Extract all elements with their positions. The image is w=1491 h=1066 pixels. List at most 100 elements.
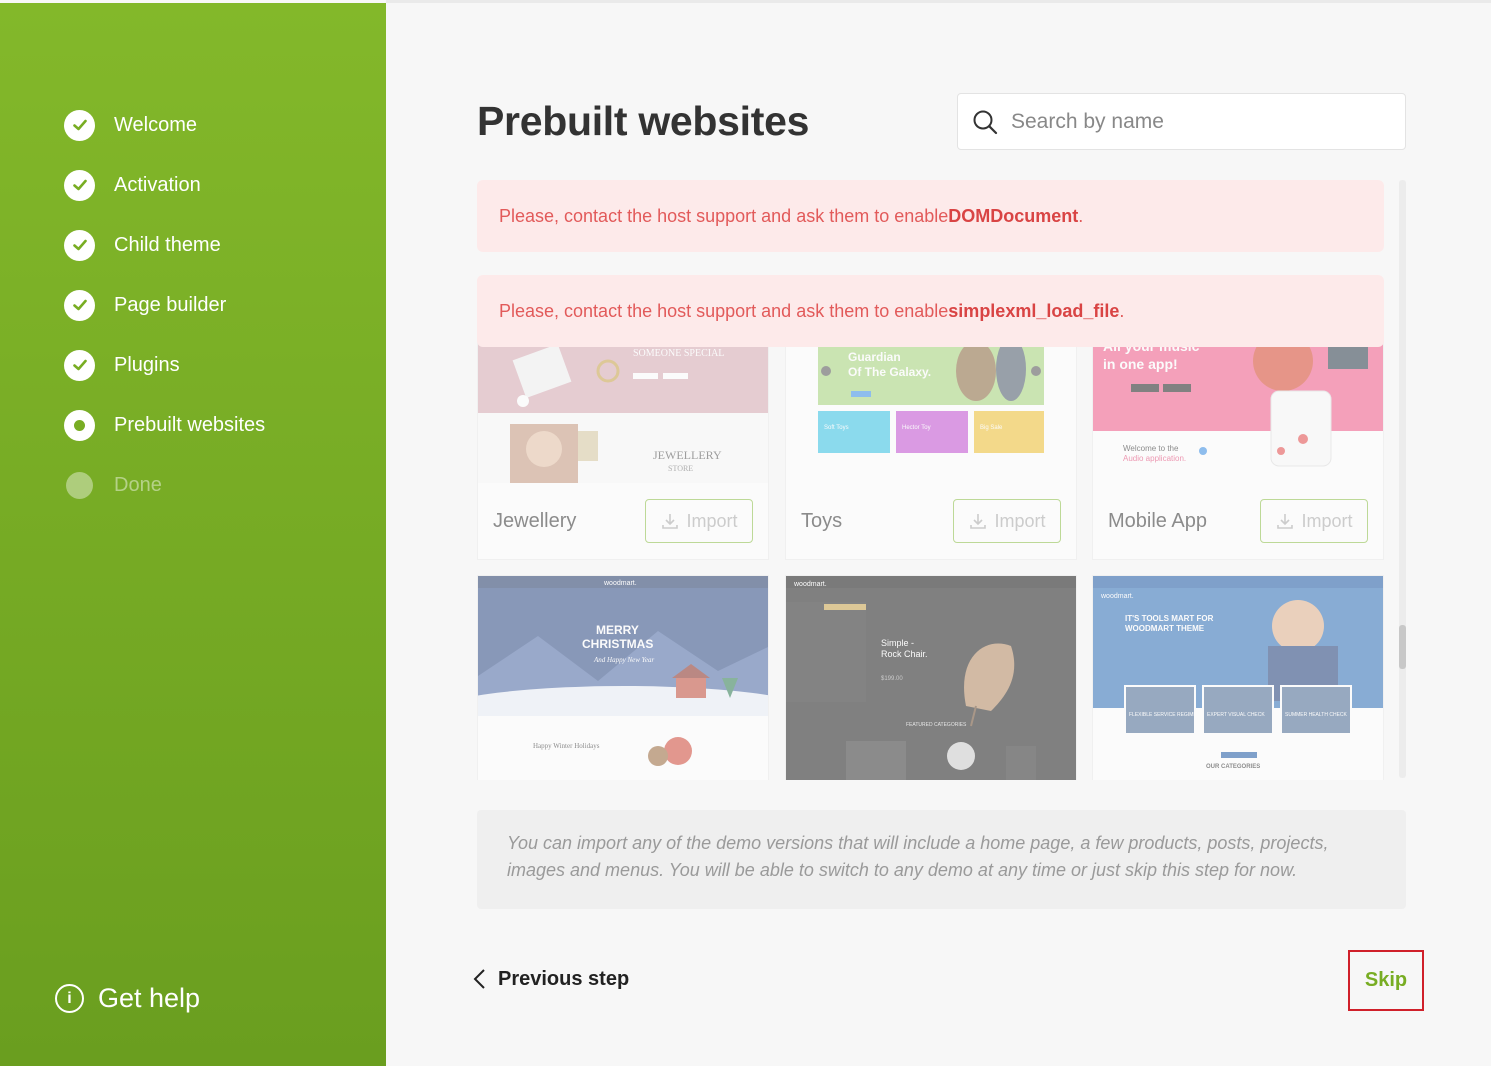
demo-card-mobile-app: All your music in one app! Welcome to th…: [1092, 310, 1384, 560]
step-plugins[interactable]: Plugins: [64, 335, 265, 395]
thumb-headline: Guardian: [848, 350, 901, 364]
previous-step-label: Previous step: [498, 967, 630, 990]
demo-card-jewellery: SOMEONE SPECIAL JEWELLERY STORE Jeweller…: [477, 310, 769, 560]
info-box: You can import any of the demo versions …: [477, 810, 1406, 909]
card-footer: Toys Import: [786, 483, 1076, 559]
demo-name: Jewellery: [493, 509, 577, 532]
error-notice-simplexml: Please, contact the host support and ask…: [477, 275, 1384, 347]
import-label: Import: [1301, 510, 1353, 531]
step-done: Done: [64, 455, 265, 515]
error-notice-domdocument: Please, contact the host support and ask…: [477, 180, 1384, 252]
previous-step-button[interactable]: Previous step: [470, 967, 629, 991]
thumb-headline: MERRY: [596, 623, 639, 637]
info-text: You can import any of the demo versions …: [507, 833, 1329, 880]
check-icon: [64, 229, 95, 261]
scrollbar-thumb[interactable]: [1399, 625, 1406, 669]
demo-name: Toys: [801, 509, 843, 532]
thumb-caption: JEWELLERY: [653, 448, 722, 462]
thumb-section: FEATURED CATEGORIES: [906, 722, 967, 728]
thumb-headline2: Of The Galaxy.: [848, 365, 931, 379]
search-icon: [973, 110, 998, 134]
chevron-left-icon: [473, 969, 485, 989]
check-icon: [64, 289, 95, 321]
import-label: Import: [994, 510, 1046, 531]
skip-label: Skip: [1364, 969, 1408, 991]
download-icon: [1277, 514, 1294, 529]
notice-text: Please, contact the host support and ask…: [499, 205, 949, 226]
import-label: Import: [686, 510, 738, 531]
demo-card-tools: woodmart. IT'S TOOLS MART FOR WOODMART T…: [1092, 575, 1384, 780]
notice-suffix: .: [1078, 205, 1084, 226]
thumb-tile: EXPERT VISUAL CHECK: [1207, 712, 1265, 718]
page-title: Prebuilt websites: [477, 98, 810, 144]
notice-emphasis: DOMDocument: [948, 205, 1079, 226]
thumb-price: $199.00: [881, 676, 903, 682]
thumb-headline2: CHRISTMAS: [582, 637, 653, 651]
top-divider: [386, 0, 1491, 3]
wizard-sidebar: Welcome Activation Child theme Page buil…: [0, 3, 386, 1066]
thumb-headline: Simple -: [881, 638, 914, 648]
demo-card-christmas: woodmart. MERRY CHRISTMAS And Happy New …: [477, 575, 769, 780]
download-icon: [662, 514, 679, 529]
download-icon: [970, 514, 987, 529]
thumb-brand: woodmart.: [793, 581, 827, 588]
thumb-sub: And Happy New Year: [593, 656, 654, 664]
step-label: Done: [114, 473, 162, 496]
step-activation[interactable]: Activation: [64, 155, 265, 215]
step-welcome[interactable]: Welcome: [64, 95, 265, 155]
step-page-builder[interactable]: Page builder: [64, 275, 265, 335]
thumb-tile: Soft Toys: [824, 425, 849, 431]
current-step-icon: [64, 409, 95, 441]
thumb-headline2: Rock Chair.: [881, 649, 928, 659]
import-button[interactable]: Import: [953, 499, 1061, 543]
thumb-headline2: WOODMART THEME: [1125, 624, 1205, 633]
thumb-headline: IT'S TOOLS MART FOR: [1125, 614, 1214, 623]
search-input[interactable]: [1011, 109, 1391, 134]
thumb-tag: SOMEONE SPECIAL: [633, 348, 724, 359]
notice-text: Please, contact the host support and ask…: [499, 300, 949, 321]
step-label: Child theme: [114, 233, 221, 256]
step-child-theme[interactable]: Child theme: [64, 215, 265, 275]
thumb-welcome2: Audio application.: [1123, 454, 1186, 463]
get-help-label: Get help: [98, 983, 201, 1013]
thumb-sub: STORE: [668, 464, 693, 473]
scrollbar-track[interactable]: [1399, 180, 1406, 778]
skip-button[interactable]: Skip: [1348, 950, 1424, 1011]
wizard-steps: Welcome Activation Child theme Page buil…: [64, 95, 265, 515]
demo-name: Mobile App: [1108, 509, 1207, 532]
check-icon: [64, 109, 95, 141]
thumb-tile: FLEXIBLE SERVICE REGIME: [1129, 712, 1197, 718]
card-footer: Mobile App Import: [1093, 483, 1383, 559]
check-icon: [64, 349, 95, 381]
thumb-headline2: in one app!: [1103, 356, 1178, 372]
notice-emphasis: simplexml_load_file: [948, 300, 1120, 321]
notice-suffix: .: [1119, 300, 1125, 321]
thumb-welcome: Welcome to the: [1123, 444, 1179, 453]
thumb-tile: Big Sale: [980, 425, 1003, 431]
pending-step-icon: [66, 471, 93, 499]
import-button[interactable]: Import: [1260, 499, 1368, 543]
demo-thumbnail[interactable]: woodmart. IT'S TOOLS MART FOR WOODMART T…: [1093, 576, 1383, 780]
demo-card-toys: Guardian Of The Galaxy. Soft Toys Hector…: [785, 310, 1077, 560]
demo-card-furniture: woodmart. Simple - Rock Chair. $199.00 F…: [785, 575, 1077, 780]
step-prebuilt-websites[interactable]: Prebuilt websites: [64, 395, 265, 455]
demo-thumbnail[interactable]: woodmart. Simple - Rock Chair. $199.00 F…: [786, 576, 1076, 780]
demo-thumbnail[interactable]: woodmart. MERRY CHRISTMAS And Happy New …: [478, 576, 768, 780]
step-label: Prebuilt websites: [114, 413, 266, 436]
thumb-tile: SUMMER HEALTH CHECK: [1285, 712, 1348, 718]
import-button[interactable]: Import: [645, 499, 753, 543]
step-label: Activation: [114, 173, 201, 196]
thumb-brand: woodmart.: [603, 580, 637, 587]
info-icon: i: [55, 984, 84, 1013]
step-label: Page builder: [114, 293, 227, 316]
get-help-link[interactable]: i Get help: [55, 983, 200, 1014]
card-footer: Jewellery Import: [478, 483, 768, 559]
thumb-bottom: Happy Winter Holidays: [533, 742, 600, 750]
thumb-section: OUR CATEGORIES: [1206, 764, 1260, 770]
step-label: Welcome: [114, 113, 197, 136]
demos-scroll-area[interactable]: Please, contact the host support and ask…: [477, 180, 1384, 780]
search-box[interactable]: [957, 93, 1406, 150]
check-icon: [64, 169, 95, 201]
thumb-tile: Hector Toy: [902, 425, 931, 431]
step-label: Plugins: [114, 353, 180, 376]
